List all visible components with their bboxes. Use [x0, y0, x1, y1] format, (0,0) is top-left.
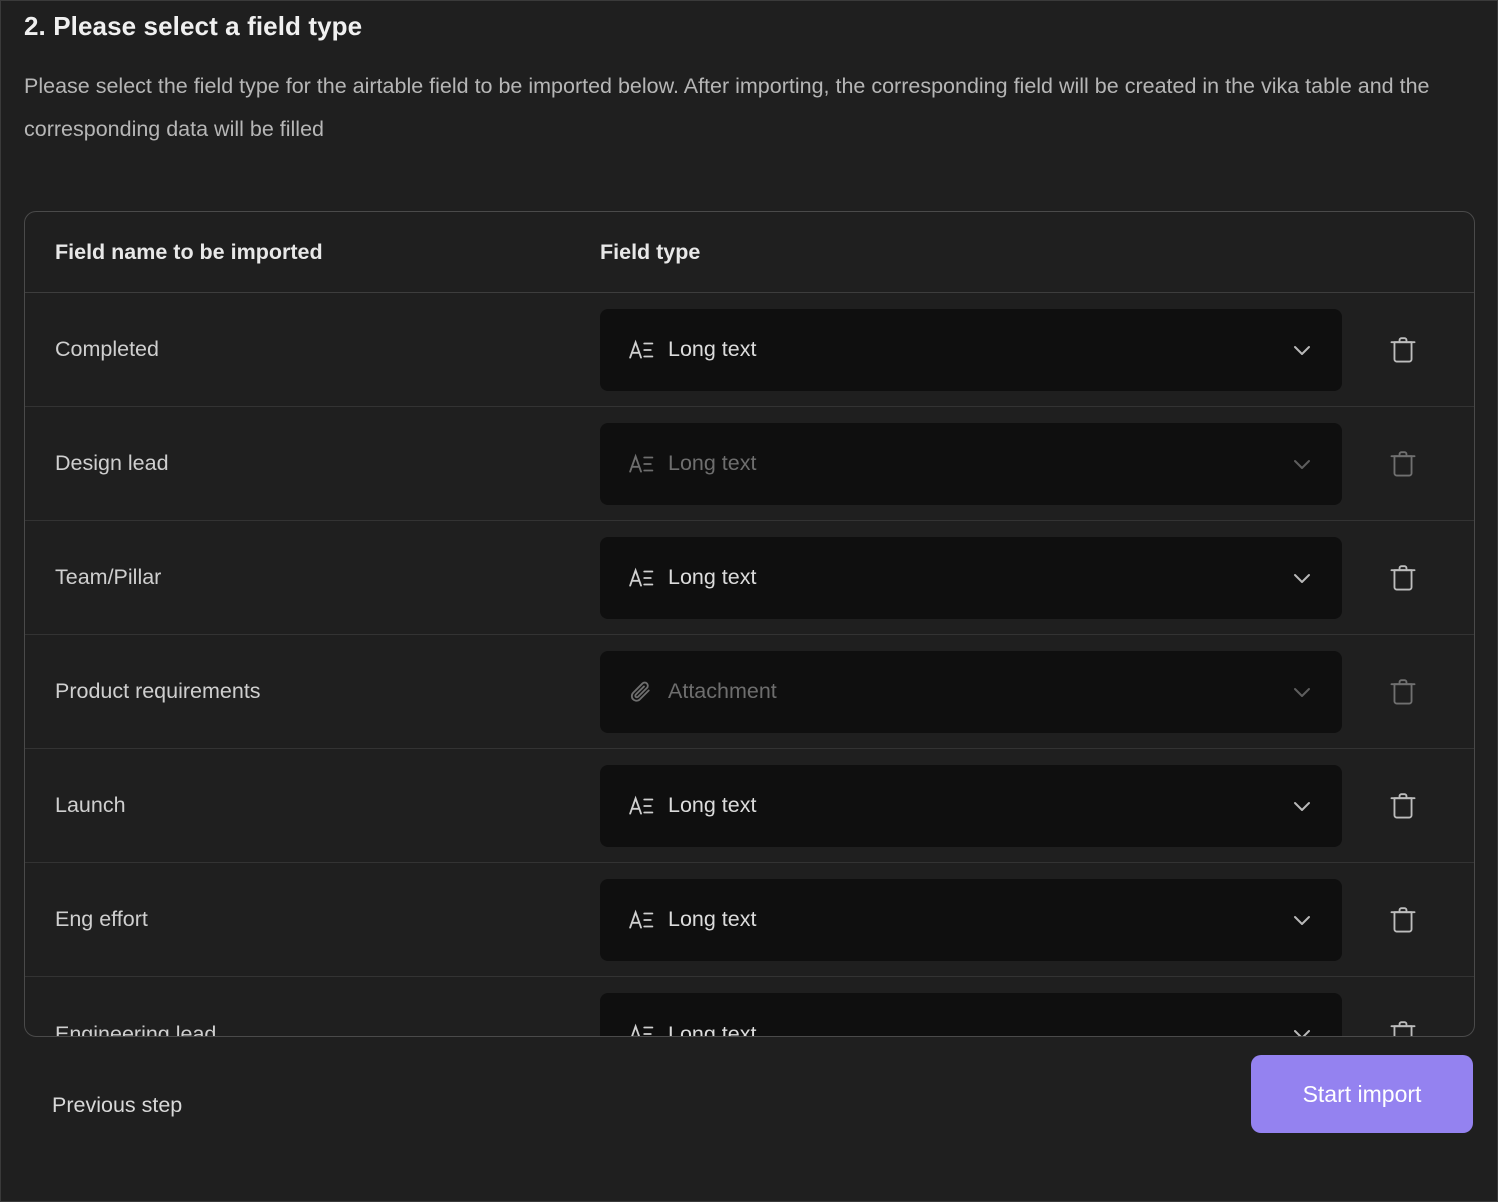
- page-title: 2. Please select a field type: [24, 11, 363, 41]
- chevron-down-icon: [1294, 345, 1310, 355]
- dialog-footer: Previous step Start import: [1, 1041, 1497, 1201]
- column-header-field-type: Field type: [600, 239, 701, 264]
- delete-field-button[interactable]: [1368, 1004, 1438, 1036]
- table-row: Product requirements Attachment: [25, 635, 1474, 749]
- chevron-down-icon: [1294, 801, 1310, 811]
- delete-field-button[interactable]: [1368, 662, 1438, 722]
- chevron-down-icon: [1294, 573, 1310, 583]
- delete-field-button[interactable]: [1368, 890, 1438, 950]
- field-type-select[interactable]: Long text: [600, 422, 1342, 505]
- table-header-row: Field name to be imported Field type: [25, 212, 1474, 293]
- chevron-down-icon: [1294, 1030, 1310, 1036]
- trash-icon: [1390, 336, 1416, 362]
- field-name-label: Product requirements: [55, 679, 261, 703]
- field-type-value: Long text: [668, 1021, 757, 1037]
- field-type-value: Long text: [668, 907, 757, 931]
- attachment-icon: [630, 681, 650, 702]
- trash-icon: [1390, 564, 1416, 590]
- field-type-value: Long text: [668, 337, 757, 361]
- field-type-select[interactable]: Long text: [600, 308, 1342, 391]
- field-type-value: Long text: [668, 451, 757, 475]
- delete-field-button[interactable]: [1368, 320, 1438, 380]
- table-row: Eng effort Long text: [25, 863, 1474, 977]
- field-name-label: Launch: [55, 793, 126, 817]
- field-name-label: Engineering lead: [55, 1021, 217, 1037]
- long-text-icon: [629, 909, 654, 929]
- field-type-value: Long text: [668, 565, 757, 589]
- trash-icon: [1390, 450, 1416, 476]
- page-description: Please select the field type for the air…: [24, 74, 1430, 141]
- field-type-select[interactable]: Attachment: [600, 650, 1342, 733]
- delete-field-button[interactable]: [1368, 434, 1438, 494]
- table-row: Launch Long text: [25, 749, 1474, 863]
- previous-step-button[interactable]: Previous step: [52, 1093, 182, 1118]
- field-type-select[interactable]: Long text: [600, 993, 1342, 1037]
- chevron-down-icon: [1294, 915, 1310, 925]
- delete-field-button[interactable]: [1368, 776, 1438, 836]
- field-type-select[interactable]: Long text: [600, 764, 1342, 847]
- field-type-select[interactable]: Long text: [600, 878, 1342, 961]
- chevron-down-icon: [1294, 459, 1310, 469]
- table-row: Engineering lead Long text: [25, 977, 1474, 1037]
- chevron-down-icon: [1294, 687, 1310, 697]
- field-type-select[interactable]: Long text: [600, 536, 1342, 619]
- import-field-type-dialog: 2. Please select a field type Please sel…: [0, 0, 1498, 1202]
- table-body[interactable]: Completed Long text Design lead Long text Te…: [25, 293, 1474, 1037]
- table-row: Design lead Long text: [25, 407, 1474, 521]
- long-text-icon: [629, 339, 654, 359]
- trash-icon: [1390, 906, 1416, 932]
- start-import-button[interactable]: Start import: [1251, 1055, 1473, 1133]
- column-header-field-name: Field name to be imported: [55, 239, 323, 264]
- field-mapping-table: Field name to be imported Field type Com…: [24, 211, 1475, 1037]
- field-name-label: Design lead: [55, 451, 169, 475]
- table-row: Team/Pillar Long text: [25, 521, 1474, 635]
- trash-icon: [1390, 792, 1416, 818]
- delete-field-button[interactable]: [1368, 548, 1438, 608]
- long-text-icon: [629, 795, 654, 815]
- field-type-value: Attachment: [668, 679, 777, 703]
- long-text-icon: [631, 1023, 654, 1036]
- field-name-label: Completed: [55, 337, 159, 361]
- long-text-icon: [629, 567, 654, 587]
- long-text-icon: [629, 453, 654, 473]
- trash-icon: [1390, 678, 1416, 704]
- field-name-label: Team/Pillar: [55, 565, 162, 589]
- field-name-label: Eng effort: [55, 907, 148, 931]
- trash-icon: [1390, 1021, 1416, 1036]
- table-row: Completed Long text: [25, 293, 1474, 407]
- field-type-value: Long text: [668, 793, 757, 817]
